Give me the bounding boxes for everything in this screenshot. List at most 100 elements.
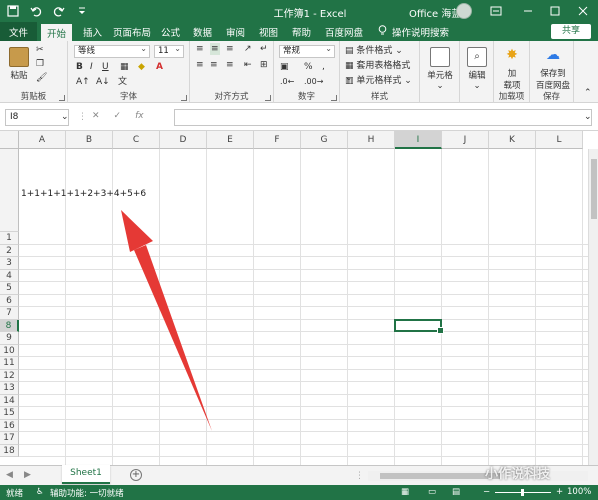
- save-to-baidu-button[interactable]: ☁ 保存到 百度网盘: [531, 45, 575, 91]
- avatar[interactable]: [456, 3, 472, 19]
- accessibility-status[interactable]: 辅助功能: 一切就绪: [50, 487, 124, 499]
- font-name-dropdown[interactable]: 等线: [74, 43, 150, 58]
- conditional-formatting-button[interactable]: ▤ 条件格式 ⌄: [345, 45, 403, 57]
- addins-group-label: 加载项: [498, 92, 525, 102]
- tab-insert[interactable]: 插入: [83, 25, 102, 39]
- align-left-icon[interactable]: ≡: [196, 59, 204, 71]
- name-box-chevron-icon[interactable]: ⌄: [61, 111, 69, 123]
- chevron-down-icon: ⌄: [436, 81, 444, 91]
- page-layout-view-icon[interactable]: ▭: [428, 487, 436, 497]
- tab-file[interactable]: 文件: [0, 22, 37, 41]
- orientation-icon[interactable]: ↗: [244, 43, 252, 55]
- add-sheet-icon[interactable]: +: [130, 469, 142, 481]
- fill-color-icon[interactable]: ◆: [138, 61, 145, 73]
- grow-font-icon[interactable]: A↑: [76, 76, 90, 88]
- align-bottom-icon[interactable]: ≡: [226, 43, 234, 55]
- tab-home[interactable]: 开始: [41, 24, 73, 41]
- cut-icon[interactable]: ✂: [36, 44, 44, 56]
- alignment-launcher-icon[interactable]: [265, 95, 271, 101]
- borders-icon[interactable]: ▦: [120, 61, 129, 73]
- align-center-icon[interactable]: ≡: [210, 59, 218, 71]
- tab-view[interactable]: 视图: [259, 25, 278, 39]
- conditional-formatting-icon: ▤: [345, 46, 354, 56]
- wrap-text-icon[interactable]: ↵: [260, 43, 268, 55]
- percent-icon[interactable]: %: [304, 61, 313, 73]
- cell-styles-button[interactable]: ▥ 单元格样式 ⌄: [345, 75, 412, 87]
- comma-style-icon[interactable]: ,: [322, 61, 325, 73]
- zoom-level[interactable]: 100%: [567, 487, 591, 497]
- cells-button[interactable]: 单元格 ⌄: [423, 47, 457, 91]
- tab-split-grip-icon[interactable]: ⋮: [355, 470, 364, 482]
- number-launcher-icon[interactable]: [331, 95, 337, 101]
- editing-button[interactable]: ⌕ 编辑 ⌄: [462, 47, 492, 91]
- maximize-icon[interactable]: [546, 3, 564, 19]
- addins-button[interactable]: ✸ 加 载项: [497, 45, 527, 91]
- ribbon-display-icon[interactable]: [487, 3, 505, 19]
- tab-formulas[interactable]: 公式: [161, 25, 180, 39]
- align-top-icon[interactable]: ≡: [196, 43, 204, 55]
- page-break-view-icon[interactable]: ▤: [452, 487, 460, 497]
- shrink-font-icon[interactable]: A↓: [96, 76, 110, 88]
- collapse-ribbon-icon[interactable]: ⌃: [584, 87, 592, 99]
- customize-toolbar-icon[interactable]: [75, 4, 89, 18]
- close-icon[interactable]: [574, 3, 592, 19]
- sheet-tab-sheet1[interactable]: Sheet1: [62, 465, 110, 484]
- redo-icon[interactable]: [52, 4, 66, 18]
- tab-baidu-netdisk[interactable]: 百度网盘: [325, 25, 363, 39]
- merge-center-icon[interactable]: ⊞: [260, 59, 268, 71]
- bold-icon[interactable]: B: [76, 61, 83, 73]
- decrease-indent-icon[interactable]: ⇤: [244, 59, 252, 71]
- font-size-dropdown[interactable]: 11: [154, 43, 184, 58]
- number-format-dropdown[interactable]: 常规: [279, 43, 335, 58]
- baidu-netdisk-icon: ☁: [546, 47, 560, 63]
- next-sheet-icon[interactable]: ▶: [24, 470, 31, 480]
- zoom-out-icon[interactable]: −: [483, 487, 490, 497]
- font-color-icon[interactable]: A: [156, 61, 163, 73]
- table-icon: ▦: [345, 61, 354, 71]
- font-launcher-icon[interactable]: [181, 95, 187, 101]
- align-right-icon[interactable]: ≡: [226, 59, 234, 71]
- confirm-entry-icon[interactable]: ✓: [114, 111, 122, 121]
- undo-icon[interactable]: [29, 4, 43, 18]
- copy-icon[interactable]: ❐: [36, 58, 44, 70]
- format-painter-icon[interactable]: 🖌: [36, 72, 47, 84]
- minimize-icon[interactable]: [519, 3, 537, 19]
- tab-review[interactable]: 审阅: [226, 25, 245, 39]
- cancel-entry-icon[interactable]: ✕: [92, 111, 100, 121]
- tell-me-search[interactable]: 操作说明搜索: [378, 25, 449, 39]
- accessibility-icon[interactable]: ♿: [36, 487, 44, 497]
- prev-sheet-icon[interactable]: ◀: [6, 470, 13, 480]
- decrease-decimal-icon[interactable]: .00→: [304, 76, 323, 88]
- tab-data[interactable]: 数据: [193, 25, 212, 39]
- zoom-in-icon[interactable]: +: [556, 487, 563, 497]
- cell-styles-icon: ▥: [345, 76, 354, 86]
- underline-icon[interactable]: U: [102, 61, 109, 73]
- italic-icon[interactable]: I: [90, 61, 93, 73]
- currency-icon[interactable]: ▣: [280, 61, 289, 73]
- lightbulb-icon: [378, 25, 387, 39]
- save-icon[interactable]: [6, 4, 20, 18]
- status-bar: 就绪 ♿ 辅助功能: 一切就绪 ▦ ▭ ▤ − + 100%: [0, 485, 598, 500]
- name-box[interactable]: I8: [5, 109, 69, 126]
- normal-view-icon[interactable]: ▦: [401, 487, 409, 497]
- tab-help[interactable]: 帮助: [292, 25, 311, 39]
- horizontal-scrollbar[interactable]: [368, 471, 588, 481]
- insert-function-icon[interactable]: fx: [135, 111, 144, 121]
- number-group-label: 数字: [297, 92, 315, 102]
- increase-decimal-icon[interactable]: .0←: [280, 76, 294, 88]
- paste-button[interactable]: 粘贴: [6, 47, 32, 81]
- zoom-slider-knob[interactable]: [521, 489, 524, 496]
- align-middle-icon[interactable]: ≡: [210, 43, 220, 55]
- tab-page-layout[interactable]: 页面布局: [113, 25, 151, 39]
- clipboard-group-label: 剪贴板: [20, 92, 47, 102]
- formula-input[interactable]: [174, 109, 592, 126]
- phonetic-icon[interactable]: 文: [118, 76, 127, 88]
- account-name[interactable]: Office 海蓝: [409, 5, 461, 20]
- clipboard-launcher-icon[interactable]: [59, 95, 65, 101]
- horizontal-scroll-thumb[interactable]: [380, 473, 500, 479]
- share-button[interactable]: 共享: [551, 24, 591, 39]
- editing-group: ⌕ 编辑 ⌄: [460, 41, 494, 103]
- expand-formula-bar-icon[interactable]: ⌄: [584, 111, 592, 123]
- worksheet-grid[interactable]: ABCDEFGHIJKL 1 2 3 4 5 6 7 8 9 10 11 12 13 14 15 16 17 18…: [0, 131, 598, 465]
- formula-bar-grip-icon[interactable]: ⋮: [78, 111, 87, 123]
